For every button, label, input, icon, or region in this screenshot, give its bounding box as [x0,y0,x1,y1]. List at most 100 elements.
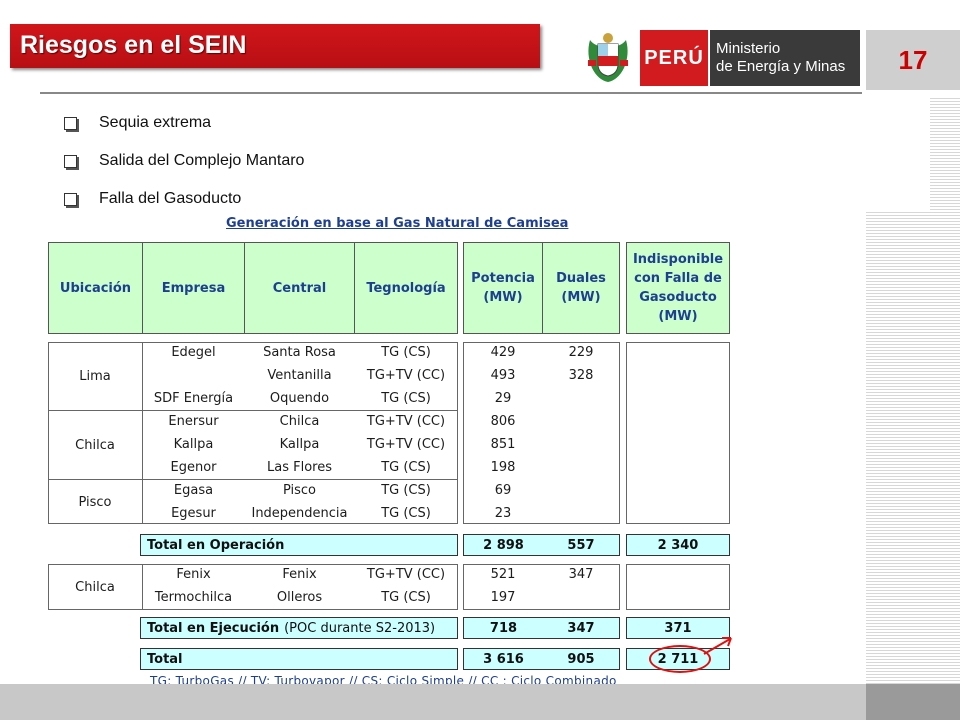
total-duales: 905 [567,651,595,667]
cell-empresa: Termochilca [154,590,233,605]
header-potencia-unit: (MW) [483,290,523,305]
cell-tecnologia: TG (CS) [381,345,431,360]
cell-tecnologia: TG (CS) [381,506,431,521]
checkbox-bullet-icon [64,154,77,168]
cell-potencia: 429 [490,345,516,360]
arrow-icon [703,637,732,655]
cell-potencia: 197 [490,590,516,605]
cell-potencia: 29 [494,391,512,406]
location-pisco: Pisco [78,494,112,510]
bullet-item: Salida del Complejo Mantaro [64,142,304,180]
cell-potencia: 69 [494,483,512,498]
table-title: Generación en base al Gas Natural de Cam… [226,216,569,231]
decorative-stripes-right [866,212,960,684]
group-frame-right [626,564,730,610]
cell-tecnologia: TG (CS) [381,590,431,605]
header-indisponible-unit: (MW) [658,309,698,324]
total-potencia: 3 616 [483,651,524,667]
cell-tecnologia: TG+TV (CC) [366,368,446,383]
location-lima: Lima [79,368,111,384]
total-operacion-label: Total en Operación [140,534,458,556]
total-operacion-text: Total en Operación [147,537,285,553]
group-frame-right [626,342,730,524]
cell-tecnologia: TG (CS) [381,391,431,406]
cell-tecnologia: TG+TV (CC) [366,567,446,582]
location-chilca: Chilca [75,437,115,453]
cell-duales: 347 [568,567,594,582]
footer-band-right [866,684,960,720]
header-empresa: Empresa [142,242,245,334]
total-ejecucion-potencia: 718 [489,620,518,636]
cell-duales: 328 [568,368,594,383]
cell-central: Oquendo [269,391,330,406]
header-duales-line: Duales [556,271,606,286]
bullet-text: Salida del Complejo Mantaro [99,152,305,169]
header-indisponible-line: Indisponible [632,252,724,267]
cell-empresa: Egasa [173,483,214,498]
slide-title-bar: Riesgos en el SEIN [10,24,540,68]
decorative-stripes-top [930,98,960,210]
cell-tecnologia: TG+TV (CC) [366,437,446,452]
cell-tecnologia: TG+TV (CC) [366,414,446,429]
total-text: Total [147,651,183,667]
header-tecnologia: Tegnología [354,242,458,334]
cell-central: Independencia [251,506,348,521]
cell-empresa: Edegel [171,345,216,360]
cell-tecnologia: TG (CS) [381,460,431,475]
header-divider [40,92,862,94]
cell-potencia: 198 [490,460,516,475]
cell-potencia: 806 [490,414,516,429]
bullet-text: Sequia extrema [99,114,212,131]
cell-tecnologia: TG (CS) [381,483,431,498]
cell-central: Santa Rosa [263,345,336,360]
header-potencia: Potencia (MW) [463,242,543,334]
ministry-line-1: Ministerio [716,40,781,57]
bullet-item: Falla del Gasoducto [64,180,304,218]
cell-central: Chilca [279,414,320,429]
cell-central: Fenix [282,567,317,582]
cell-central: Las Flores [267,460,332,475]
total-ejecucion-values: 718 347 [463,617,620,639]
total-ejecucion-label: Total en Ejecución (POC durante S2-2013) [140,617,458,639]
total-operacion-values: 2 898 557 [463,534,620,556]
cell-empresa: Egesur [171,506,216,521]
page-number: 17 [866,30,960,90]
checkbox-bullet-icon [64,116,77,130]
total-label: Total [140,648,458,670]
bullet-list: Sequia extrema Salida del Complejo Manta… [64,104,304,218]
cell-potencia: 851 [490,437,516,452]
header-duales-unit: (MW) [561,290,601,305]
cell-potencia: 23 [494,506,512,521]
header-indisponible: Indisponible con Falla de Gasoducto (MW) [626,242,730,334]
cell-empresa: Egenor [170,460,217,475]
total-ejecucion-note: (POC durante S2-2013) [284,620,436,636]
cell-empresa: SDF Energía [153,391,234,406]
footer-band [0,684,866,720]
cell-central: Ventanilla [267,368,332,383]
cell-empresa: Fenix [176,567,211,582]
header-indisponible-line: con Falla de [634,271,722,286]
bullet-text: Falla del Gasoducto [99,190,242,207]
cell-duales: 229 [568,345,594,360]
location-chilca-ejecucion: Chilca [75,579,115,595]
header-indisponible-line: Gasoducto [639,290,717,305]
total-operacion-potencia: 2 898 [483,537,524,553]
slide-title: Riesgos en el SEIN [20,31,247,59]
cell-empresa: Kallpa [173,437,214,452]
header-potencia-line: Potencia [471,271,535,286]
header-ubicacion: Ubicación [48,242,143,334]
cell-central: Pisco [282,483,317,498]
bullet-item: Sequia extrema [64,104,304,142]
cell-potencia: 521 [490,567,516,582]
cell-central: Olleros [276,590,323,605]
peru-brand: PERÚ [640,30,708,86]
total-operacion-duales: 557 [567,537,595,553]
cell-empresa: Enersur [168,414,219,429]
ministry-brand: Ministerio de Energía y Minas [710,30,860,86]
total-values: 3 616 905 [463,648,620,670]
header-central: Central [244,242,355,334]
cell-potencia: 493 [490,368,516,383]
ministry-line-2: de Energía y Minas [716,58,846,75]
peru-coat-of-arms-icon [588,33,628,82]
cell-central: Kallpa [279,437,320,452]
